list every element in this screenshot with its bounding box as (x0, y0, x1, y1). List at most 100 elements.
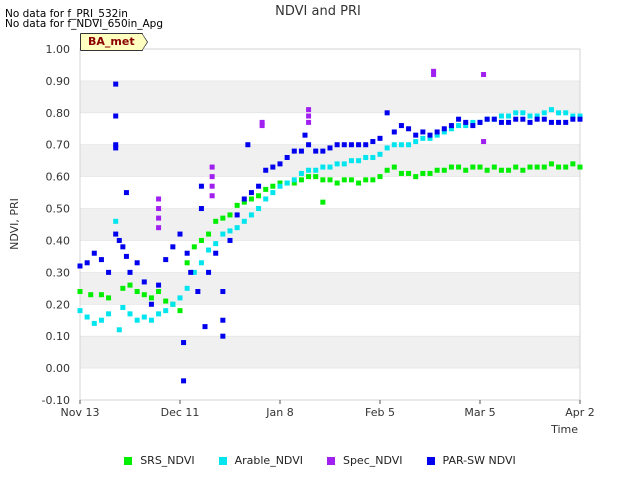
data-point (327, 164, 333, 170)
data-point (463, 119, 469, 125)
data-point (477, 164, 483, 170)
data-point (234, 212, 240, 218)
legend-item-arable-ndvi: Arable_NDVI (218, 454, 303, 467)
data-point (202, 324, 208, 330)
data-point (334, 142, 340, 148)
x-tick-label: Dec 11 (161, 406, 200, 419)
data-point (481, 139, 487, 145)
data-point (398, 170, 404, 176)
data-point (556, 119, 562, 125)
data-point (406, 170, 412, 176)
data-point (213, 218, 219, 224)
chart-canvas: -0.100.000.100.200.300.400.500.600.700.8… (8, 4, 595, 436)
data-point (163, 308, 169, 314)
data-point (448, 164, 454, 170)
y-tick-label: 0.70 (46, 139, 71, 152)
data-point (127, 311, 133, 317)
data-point (263, 167, 269, 173)
data-point (170, 244, 176, 250)
data-point (370, 154, 376, 160)
data-point (248, 196, 254, 202)
legend-swatch-arable-ndvi (218, 456, 227, 465)
data-point (134, 260, 140, 266)
data-point (277, 183, 283, 189)
legend-label-par-sw-ndvi: PAR-SW NDVI (442, 454, 516, 467)
data-point (284, 154, 290, 160)
data-point (563, 110, 569, 116)
data-point (113, 231, 119, 237)
data-point (313, 148, 319, 154)
data-point (198, 183, 204, 189)
data-point (181, 378, 187, 384)
data-point (181, 340, 187, 346)
data-point (370, 139, 376, 145)
x-tick-label: Jan 8 (265, 406, 293, 419)
data-point (377, 174, 383, 180)
data-point (116, 327, 122, 333)
data-point (434, 167, 440, 173)
data-point (506, 113, 512, 119)
data-point (413, 174, 419, 180)
data-point (195, 289, 201, 295)
site-badge: BA_met (80, 33, 148, 51)
data-point (456, 116, 462, 122)
data-point (206, 269, 212, 275)
data-point (298, 170, 304, 176)
data-point (277, 161, 283, 167)
data-point (506, 167, 512, 173)
legend-label-srs-ndvi: SRS_NDVI (140, 454, 195, 467)
data-point (163, 298, 169, 304)
data-point (156, 282, 162, 288)
data-point (134, 317, 140, 323)
legend-item-par-sw-ndvi: PAR-SW NDVI (426, 454, 516, 467)
data-point (541, 164, 547, 170)
data-point (513, 116, 519, 122)
x-tick-label: Apr 2 (565, 406, 595, 419)
data-point (156, 206, 162, 212)
data-point (481, 72, 487, 78)
data-point (320, 199, 326, 205)
data-point (220, 333, 226, 339)
data-point (384, 145, 390, 151)
legend: SRS_NDVI Arable_NDVI Spec_NDVI PAR-SW ND… (0, 454, 640, 467)
data-point (363, 154, 369, 160)
data-point (306, 174, 312, 180)
data-point (184, 260, 190, 266)
data-point (556, 164, 562, 170)
data-point (113, 218, 119, 224)
data-point (491, 116, 497, 122)
data-point (291, 177, 297, 183)
data-point (206, 231, 212, 237)
data-point (245, 142, 251, 148)
data-point (241, 218, 247, 224)
data-point (227, 237, 233, 243)
data-point (156, 225, 162, 231)
data-point (263, 196, 269, 202)
data-point (341, 161, 347, 167)
data-point (548, 119, 554, 125)
data-point (456, 123, 462, 129)
data-point (116, 237, 122, 243)
data-point (541, 110, 547, 116)
data-point (127, 269, 133, 275)
data-point (334, 180, 340, 186)
data-point (406, 126, 412, 132)
data-point (91, 320, 97, 326)
legend-swatch-spec-ndvi (326, 456, 335, 465)
data-point (284, 180, 290, 186)
data-point (270, 190, 276, 196)
data-point (113, 81, 119, 87)
y-tick-label: 0.80 (46, 107, 71, 120)
data-point (120, 285, 126, 291)
data-point (209, 174, 215, 180)
y-tick-label: 0.50 (46, 203, 71, 216)
grid-band (80, 272, 580, 305)
data-point (320, 148, 326, 154)
data-point (377, 151, 383, 157)
data-point (348, 158, 354, 164)
data-point (470, 164, 476, 170)
data-point (520, 110, 526, 116)
data-point (220, 289, 226, 295)
data-point (270, 164, 276, 170)
data-point (470, 123, 476, 129)
